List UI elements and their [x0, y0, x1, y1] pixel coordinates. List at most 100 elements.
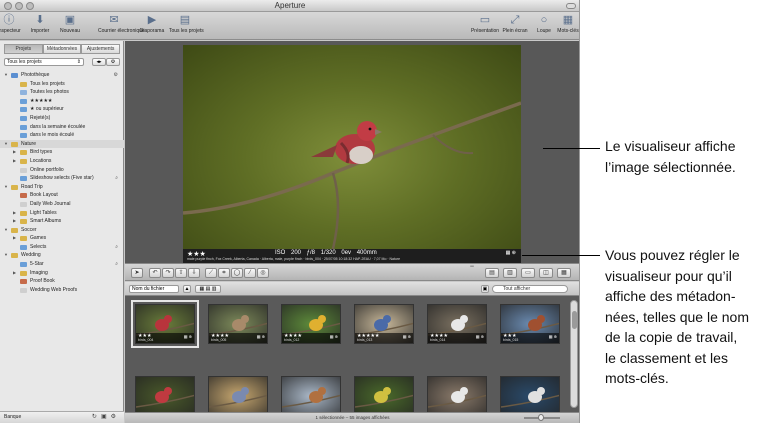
project-tree-item[interactable]: ★ ou supérieur: [0, 105, 124, 114]
multi-view-button[interactable]: ◫: [539, 268, 553, 278]
thumbnail-item[interactable]: ★★★ birds_015 ▦ ⊕: [500, 304, 560, 344]
lift-tool-button[interactable]: ⇧: [175, 268, 187, 278]
disclosure-open-icon[interactable]: ▼: [4, 71, 8, 80]
tab-metadata[interactable]: Métadonnées: [42, 44, 82, 54]
thumbnail-item[interactable]: ★★★★★ birds_013 ▦ ⊕: [354, 304, 414, 344]
red-eye-tool-button[interactable]: ⁄: [244, 268, 256, 278]
viewer[interactable]: ★★★ ISO 200 ƒ/8 1/320 0ev 400mm male pur…: [125, 41, 579, 263]
project-tree-item[interactable]: ▶ Light Tables: [0, 209, 124, 218]
project-tree-item[interactable]: Daily Web Journal: [0, 200, 124, 209]
all-projects-icon: ▤: [179, 14, 191, 26]
project-tree-item[interactable]: Toutes les photos: [0, 88, 124, 97]
nouveau-toolbar-button[interactable]: ▣ Nouveau: [54, 14, 86, 34]
thumbnail-item[interactable]: [354, 376, 414, 412]
inspecteur-toolbar-button[interactable]: ⓘ Inspecteur: [0, 14, 25, 34]
thumbnail-bird-head-shape: [318, 315, 326, 323]
project-tree-item[interactable]: 5-Star ⌕: [0, 260, 124, 269]
crop-tool-button[interactable]: ⌗: [218, 268, 230, 278]
courrier-électronique-toolbar-button[interactable]: ✉ Courrier électronique: [98, 14, 145, 34]
splitter-handle[interactable]: ═: [465, 264, 479, 270]
disclosure-open-icon[interactable]: ▼: [4, 251, 8, 260]
main-photo-finch[interactable]: [183, 45, 521, 249]
thumbnail-item[interactable]: ★★★★ birds_012 ▦ ⊕: [281, 304, 341, 344]
project-tree-item[interactable]: ▼ Nature: [0, 139, 124, 149]
viewer-options-button[interactable]: ▦: [557, 268, 571, 278]
project-tree-label: Light Tables: [30, 209, 57, 216]
view-mode-button[interactable]: ▥: [503, 268, 517, 278]
disclosure-closed-icon[interactable]: ▶: [13, 234, 16, 243]
view-toggle-button[interactable]: ▦ ▤ ▥: [195, 285, 221, 293]
project-tree-item[interactable]: dans la semaine écoulée: [0, 123, 124, 132]
project-tree-item[interactable]: Selects ⌕: [0, 243, 124, 252]
disclosure-closed-icon[interactable]: ▶: [13, 269, 16, 278]
selection-tool-button[interactable]: ➤: [131, 268, 143, 278]
plein-écran-toolbar-button[interactable]: ⤢ Plein écran: [499, 14, 531, 34]
straighten-tool-button[interactable]: ⟋: [205, 268, 217, 278]
browser-scrollbar[interactable]: [570, 300, 578, 408]
project-tree-item[interactable]: ▼ Soccer: [0, 226, 124, 235]
project-tree-item[interactable]: ▶ Bird types: [0, 148, 124, 157]
metadata-overlay-toggle[interactable]: ▤: [485, 268, 499, 278]
thumbnail-item[interactable]: ★★★★ birds_005 ▦ ⊕: [208, 304, 268, 344]
disclosure-open-icon[interactable]: ▼: [4, 140, 8, 149]
search-field[interactable]: Tout afficher: [492, 285, 568, 293]
sort-direction-button[interactable]: ▲: [183, 285, 191, 293]
project-tree-item[interactable]: Wedding Web Proofs: [0, 286, 124, 295]
tab-adjustments[interactable]: Ajustements: [81, 44, 121, 54]
project-tree-item[interactable]: ▶ Locations: [0, 157, 124, 166]
rotate-right-button[interactable]: ↷: [162, 268, 174, 278]
thumbnail-size-slider[interactable]: [524, 414, 560, 421]
thumbnail-bird-illustration: [136, 387, 194, 408]
disclosure-closed-icon[interactable]: ▶: [13, 217, 16, 226]
project-tree-item[interactable]: Book Layout: [0, 191, 124, 200]
tous-les-projets-toolbar-button[interactable]: ▤ Tous les projets: [169, 14, 204, 34]
project-tree-item[interactable]: Proof Book: [0, 277, 124, 286]
panel-action-menu-button[interactable]: ⚙: [106, 58, 120, 66]
metadata-overlay: ★★★ ISO 200 ƒ/8 1/320 0ev 400mm male pur…: [183, 249, 521, 263]
disclosure-closed-icon[interactable]: ▶: [13, 148, 16, 157]
refresh-icon[interactable]: ↻: [92, 414, 101, 420]
loupe-tool-button[interactable]: ◎: [257, 268, 269, 278]
thumbnail-item[interactable]: ★★★ birds_004 ▦ ⊕: [131, 300, 199, 348]
project-filter-select[interactable]: Tous les projets ⇕: [4, 58, 84, 66]
rotate-left-button[interactable]: ↶: [149, 268, 161, 278]
diaporama-toolbar-button[interactable]: ▶ Diaporama: [136, 14, 168, 34]
project-tree-item[interactable]: ▼ Photothèque ⚙: [0, 71, 124, 80]
project-tree-item[interactable]: ▶ Smart Albums: [0, 217, 124, 226]
gear-icon[interactable]: ⚙: [111, 414, 120, 420]
thumbnail-item[interactable]: ★★★★ birds_014 ▦ ⊕: [427, 304, 487, 344]
project-tree-item[interactable]: ▶ Games: [0, 234, 124, 243]
project-tree-item[interactable]: Online portfolio: [0, 166, 124, 175]
disclosure-closed-icon[interactable]: ▶: [13, 209, 16, 218]
scroll-knob[interactable]: [572, 311, 577, 329]
disclosure-open-icon[interactable]: ▼: [4, 183, 8, 192]
disclosure-open-icon[interactable]: ▼: [4, 226, 8, 235]
stamp-tool-button[interactable]: ⇩: [188, 268, 200, 278]
slider-knob[interactable]: [538, 414, 544, 421]
mots-clés-toolbar-button[interactable]: ▦ Mots-clés: [552, 14, 579, 34]
project-tree-item[interactable]: ▼ Wedding: [0, 251, 124, 260]
project-tree-item[interactable]: Slideshow selects (Five star) ⌕: [0, 174, 124, 183]
tab-projects[interactable]: Projets: [4, 44, 43, 54]
query-hud-button[interactable]: ▣: [481, 285, 489, 293]
primary-only-button[interactable]: ▭: [521, 268, 535, 278]
navigate-back-button[interactable]: ◂▸: [92, 58, 106, 66]
spot-patch-tool-button[interactable]: ◯: [231, 268, 243, 278]
project-tree-item[interactable]: ▶ Imaging: [0, 269, 124, 278]
disclosure-closed-icon[interactable]: ▶: [13, 157, 16, 166]
sort-select[interactable]: Nom du fichier: [129, 285, 179, 293]
project-tree-item[interactable]: ▼ Road Trip: [0, 183, 124, 192]
thumbnail-item[interactable]: [500, 376, 560, 412]
vault-settings-icon[interactable]: ▣: [101, 414, 111, 420]
project-tree-item[interactable]: Tous les projets: [0, 80, 124, 89]
thumbnail-item[interactable]: [208, 376, 268, 412]
présentation-toolbar-button[interactable]: ▭ Présentation: [469, 14, 501, 34]
project-tree-item[interactable]: ★★★★★: [0, 97, 124, 106]
project-tree-item[interactable]: dans le mois écoulé: [0, 131, 124, 140]
thumbnail-item[interactable]: [281, 376, 341, 412]
importer-toolbar-button[interactable]: ⬇ Importer: [24, 14, 56, 34]
toolbar-toggle-button[interactable]: [566, 3, 576, 9]
thumbnail-item[interactable]: [427, 376, 487, 412]
project-tree-item[interactable]: Rejeté(s): [0, 114, 124, 123]
thumbnail-item[interactable]: [135, 376, 195, 412]
